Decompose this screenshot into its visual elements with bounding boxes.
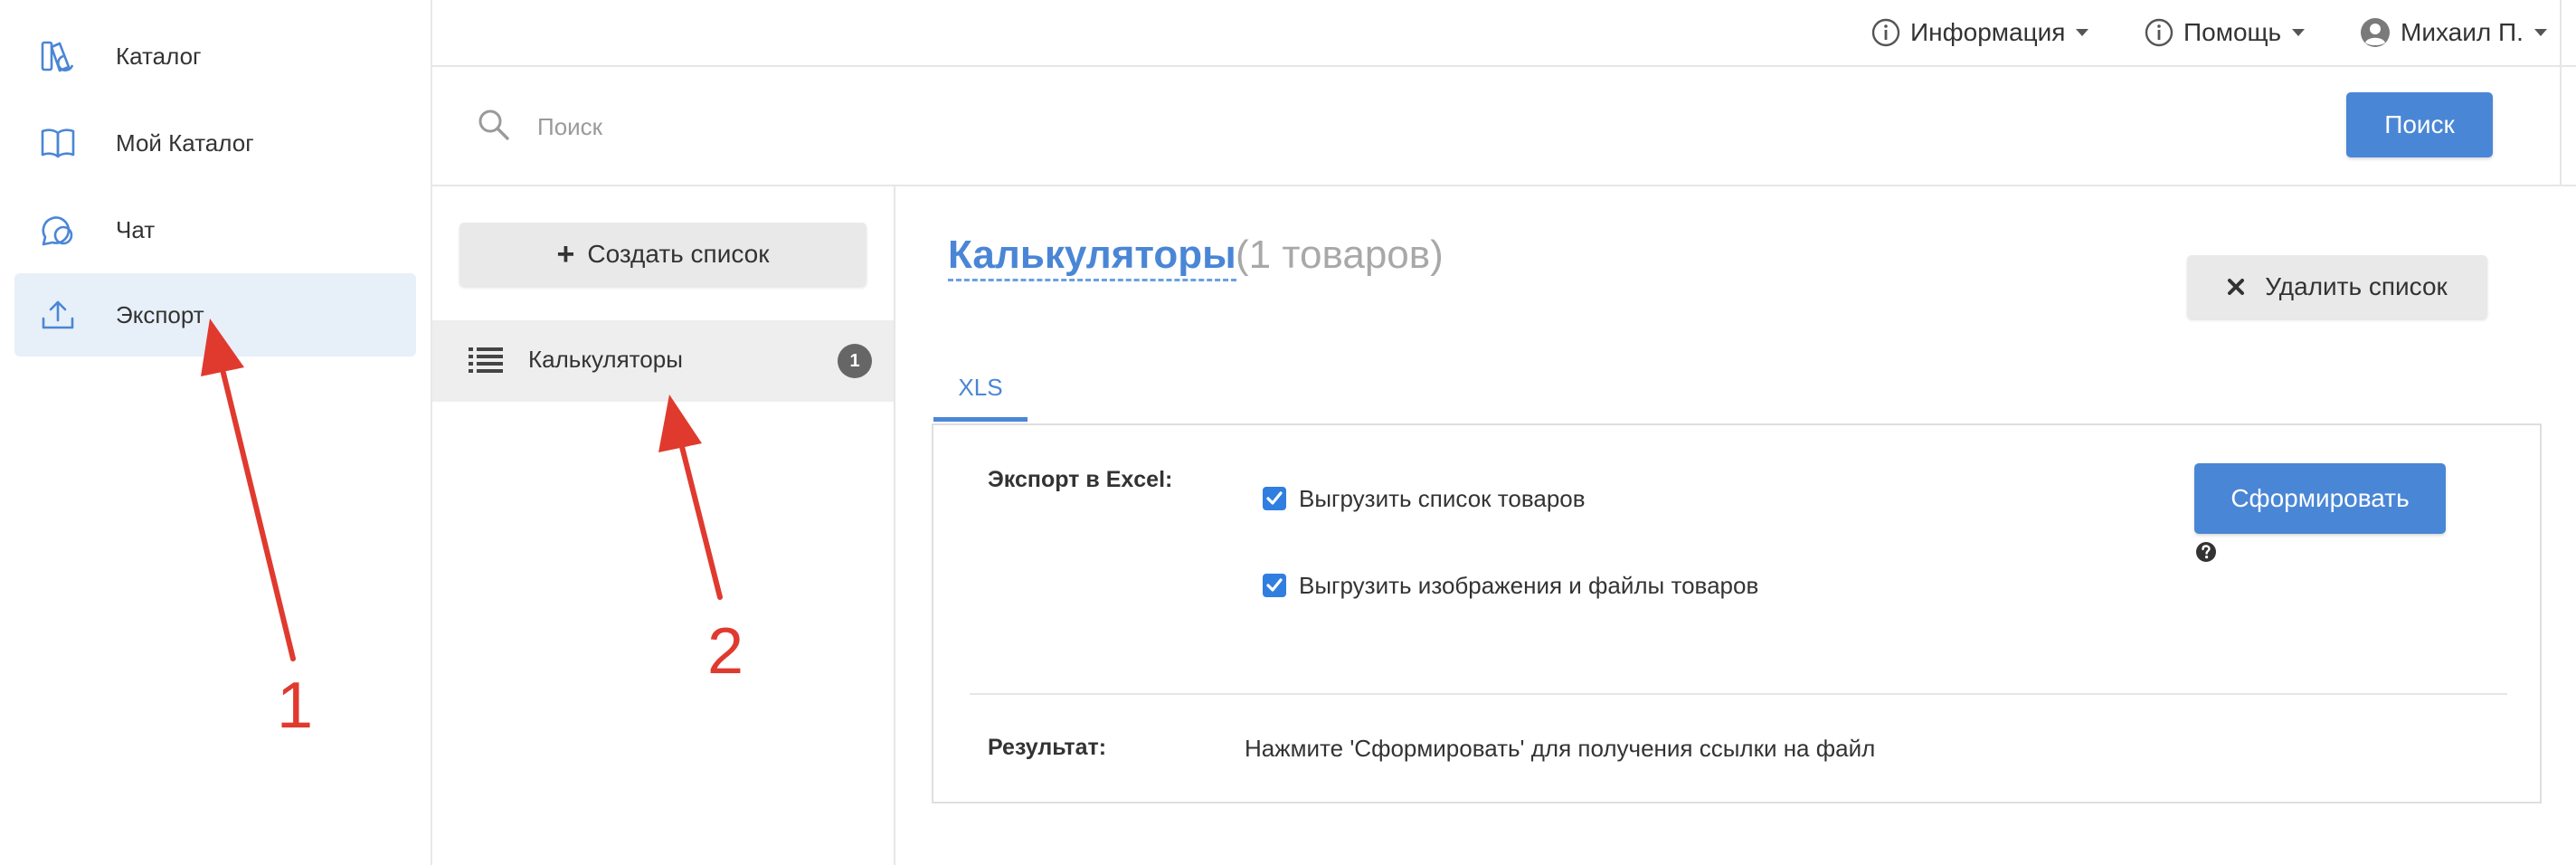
- annotation-arrow-1: [201, 318, 296, 661]
- annotation-arrows: [201, 318, 723, 661]
- annotation-number-2: 2: [707, 615, 744, 688]
- annotation-arrow-2: [658, 394, 723, 600]
- annotation-number-1: 1: [277, 670, 314, 742]
